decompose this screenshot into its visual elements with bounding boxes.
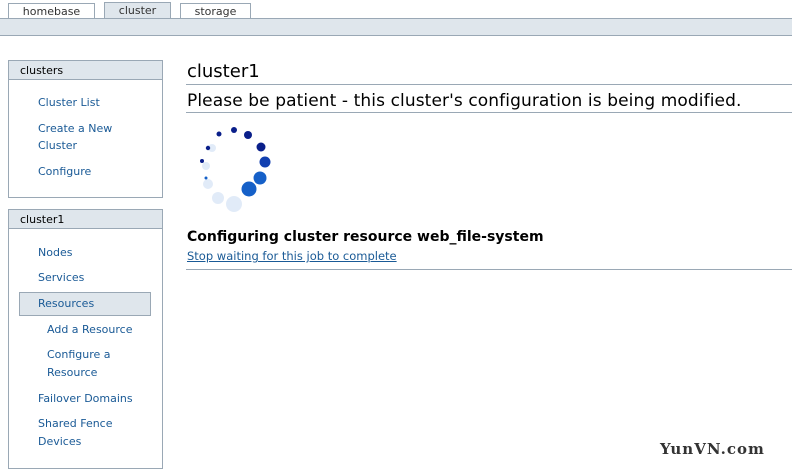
nav-configure[interactable]: Configure (38, 163, 91, 180)
nav-create-new-cluster-line1[interactable]: Create a New (38, 120, 112, 137)
stop-waiting-link[interactable]: Stop waiting for this job to complete (187, 249, 397, 264)
nav-configure-resource-line1[interactable]: Configure a (47, 346, 111, 363)
job-status-text: Configuring cluster resource web_file-sy… (187, 229, 544, 245)
nav-shared-fence-line1[interactable]: Shared Fence (38, 415, 113, 432)
title-divider (186, 84, 792, 85)
clusters-panel-title: clusters (9, 61, 162, 80)
tab-homebase[interactable]: homebase (8, 3, 95, 18)
nav-cluster-list[interactable]: Cluster List (38, 94, 100, 111)
nav-add-resource[interactable]: Add a Resource (47, 321, 132, 338)
nav-create-new-cluster-line2[interactable]: Cluster (38, 137, 77, 154)
nav-configure-resource-line2[interactable]: Resource (47, 364, 97, 381)
tab-content-band (0, 18, 792, 36)
nav-resources[interactable]: Resources (19, 292, 151, 316)
watermark: YunVN.com (660, 440, 765, 458)
page-title: cluster1 (187, 61, 260, 82)
nav-failover-domains[interactable]: Failover Domains (38, 390, 133, 407)
message-divider (186, 112, 792, 113)
job-divider (186, 269, 792, 270)
loading-spinner-icon (200, 127, 271, 212)
nav-nodes[interactable]: Nodes (38, 244, 72, 261)
tab-cluster[interactable]: cluster (104, 2, 171, 19)
nav-shared-fence-line2[interactable]: Devices (38, 433, 81, 450)
tab-storage[interactable]: storage (180, 3, 251, 18)
nav-services[interactable]: Services (38, 269, 84, 286)
cluster1-panel-title: cluster1 (9, 210, 162, 229)
status-message: Please be patient - this cluster's confi… (187, 91, 742, 111)
top-tab-bar: homebase cluster storage (0, 0, 792, 19)
